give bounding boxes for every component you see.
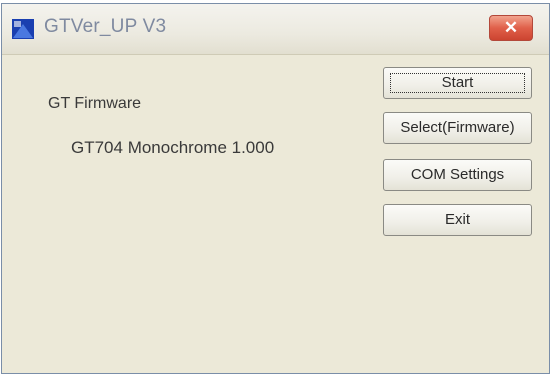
com-settings-button[interactable]: COM Settings	[383, 159, 532, 191]
close-icon: ✕	[503, 18, 519, 37]
com-settings-button-label: COM Settings	[410, 166, 505, 183]
app-window: GTVer_UP V3 ✕ GT Firmware GT704 Monochro…	[1, 3, 550, 374]
start-button-label: Start	[441, 74, 474, 91]
window-title: GTVer_UP V3	[44, 16, 167, 37]
firmware-version-text: GT704 Monochrome 1.000	[71, 138, 275, 157]
dialog-body: GT Firmware GT704 Monochrome 1.000 Start…	[2, 55, 549, 373]
exit-button-label: Exit	[444, 211, 470, 228]
exit-button[interactable]: Exit	[383, 204, 532, 236]
app-icon	[12, 19, 34, 39]
title-bar[interactable]: GTVer_UP V3 ✕	[2, 4, 549, 55]
select-firmware-button-label: Select(Firmware)	[400, 119, 515, 136]
start-button[interactable]: Start	[383, 67, 532, 99]
close-button[interactable]: ✕	[489, 15, 533, 41]
select-firmware-button[interactable]: Select(Firmware)	[383, 112, 532, 144]
firmware-label: GT Firmware	[48, 95, 142, 112]
